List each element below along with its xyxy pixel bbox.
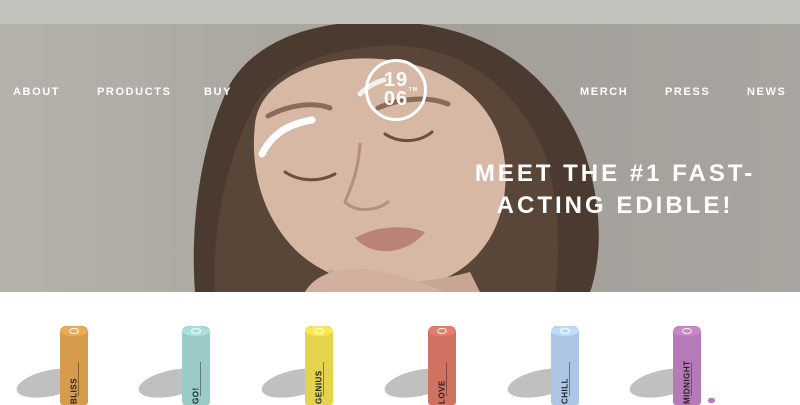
product-can: MIDNIGHT	[673, 326, 701, 405]
label-fine-print	[78, 362, 79, 396]
product-label: BLISS	[69, 377, 79, 404]
label-fine-print	[323, 362, 324, 396]
product-cap	[673, 326, 701, 336]
product-cap	[305, 326, 333, 336]
nav-news[interactable]: NEWS	[747, 86, 786, 98]
hero-headline: MEET THE #1 FAST- ACTING EDIBLE!	[470, 158, 760, 222]
product-bliss[interactable]: BLISS	[14, 322, 120, 405]
product-can: GO!	[182, 326, 210, 405]
nav-products[interactable]: PRODUCTS	[97, 86, 172, 98]
nav-buy[interactable]: BUY	[204, 86, 232, 98]
cap-logo-icon	[682, 328, 692, 334]
product-label: MIDNIGHT	[682, 360, 692, 404]
product-label: CHILL	[560, 377, 570, 404]
product-genius[interactable]: GENIUS	[259, 322, 365, 405]
label-fine-print	[691, 362, 692, 396]
label-fine-print	[569, 362, 570, 396]
top-strip	[0, 0, 800, 24]
label-fine-print	[446, 362, 447, 396]
cap-logo-icon	[437, 328, 447, 334]
logo-line2: 06	[383, 88, 409, 110]
label-fine-print	[200, 362, 201, 396]
cap-logo-icon	[560, 328, 570, 334]
hero-headline-line2: ACTING EDIBLE!	[496, 192, 734, 219]
product-go[interactable]: GO!	[136, 322, 242, 405]
nav-merch[interactable]: MERCH	[580, 86, 628, 98]
product-can: GENIUS	[305, 326, 333, 405]
product-cap	[60, 326, 88, 336]
brand-logo[interactable]: 19 06 TM	[365, 59, 427, 121]
product-chill[interactable]: CHILL	[505, 322, 611, 405]
product-love[interactable]: LOVE	[382, 322, 488, 405]
hero-banner: ABOUT PRODUCTS BUY 19 06 TM MERCH PRESS …	[0, 24, 800, 292]
product-label: LOVE	[437, 380, 447, 404]
logo-trademark: TM	[408, 87, 418, 93]
product-midnight[interactable]: MIDNIGHT	[627, 322, 733, 405]
product-can: CHILL	[551, 326, 579, 405]
product-label: GENIUS	[314, 370, 324, 404]
product-can: BLISS	[60, 326, 88, 405]
product-cap	[428, 326, 456, 336]
nav-about[interactable]: ABOUT	[13, 86, 60, 98]
product-can: LOVE	[428, 326, 456, 405]
nav-press[interactable]: PRESS	[665, 86, 710, 98]
product-cap	[182, 326, 210, 336]
product-cap	[551, 326, 579, 336]
cap-logo-icon	[69, 328, 79, 334]
product-label: GO!	[191, 387, 201, 404]
hero-headline-line1: MEET THE #1 FAST-	[474, 160, 756, 187]
cap-logo-icon	[191, 328, 201, 334]
cap-logo-icon	[314, 328, 324, 334]
edible-pill	[708, 398, 715, 403]
product-lineup: BLISS GO! GENIUS LOVE CHILL MIDNIGHT	[0, 292, 800, 405]
